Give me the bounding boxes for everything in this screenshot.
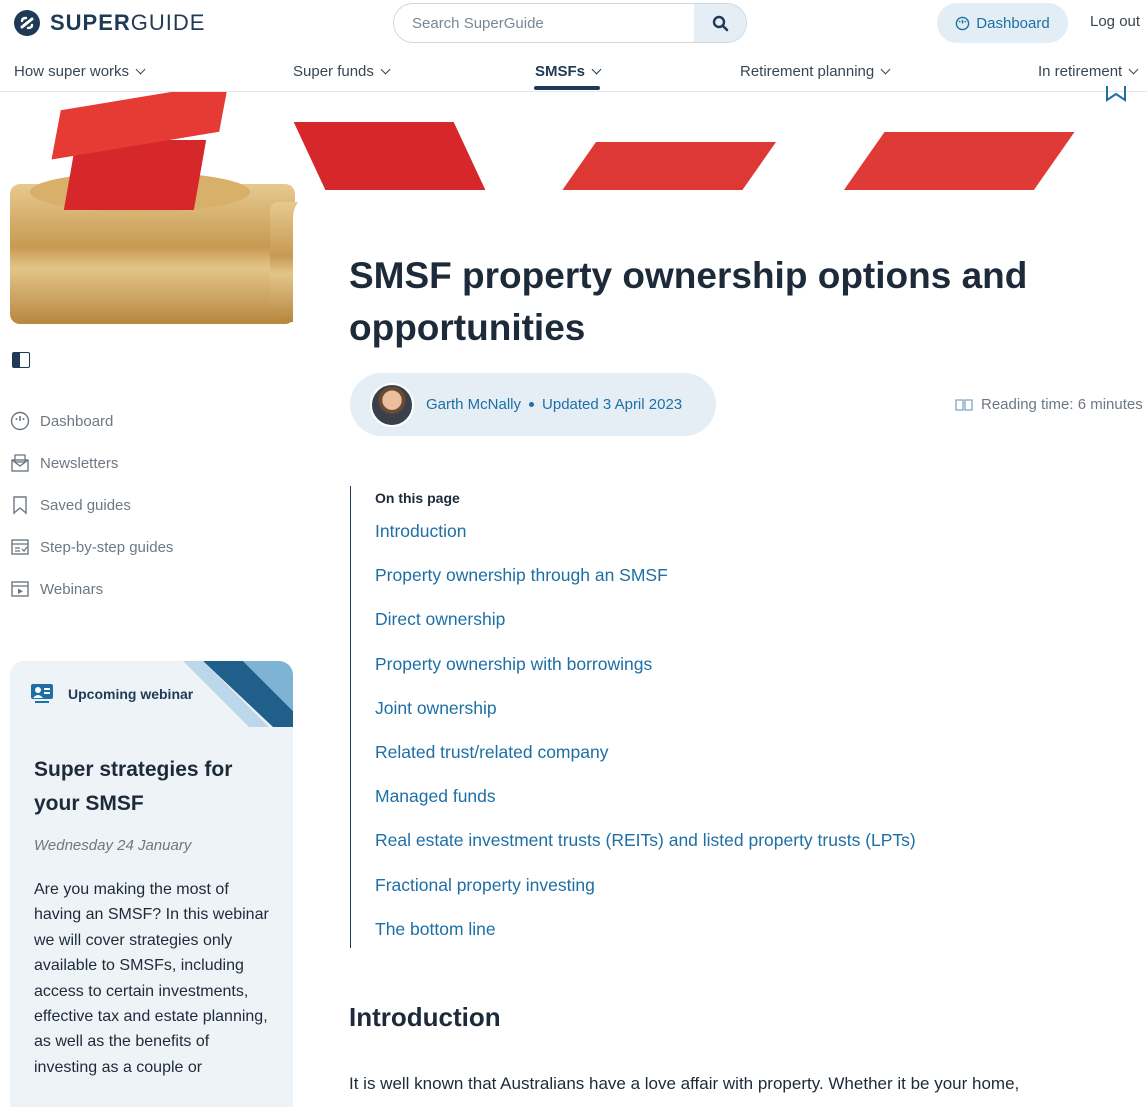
dashboard-button-label: Dashboard xyxy=(976,14,1050,32)
toc-link-fractional[interactable]: Fractional property investing xyxy=(375,874,1050,918)
logout-link[interactable]: Log out xyxy=(1090,13,1140,30)
site-logo[interactable]: SUPERGUIDE xyxy=(14,10,205,36)
sidebar-item-dashboard[interactable]: Dashboard xyxy=(10,411,113,431)
book-icon xyxy=(955,398,973,411)
separator-dot xyxy=(529,402,535,407)
section-heading-introduction: Introduction xyxy=(349,1002,501,1032)
nav-active-indicator xyxy=(534,86,600,90)
table-of-contents: On this page Introduction Property owner… xyxy=(350,486,1050,948)
sidebar-item-saved-guides[interactable]: Saved guides xyxy=(10,495,131,515)
page-title: SMSF property ownership options and oppo… xyxy=(349,255,1028,348)
bookmark-icon xyxy=(13,496,27,515)
toc-link-direct-ownership[interactable]: Direct ownership xyxy=(375,608,1050,652)
chevron-down-icon xyxy=(591,64,602,75)
toc-link-introduction[interactable]: Introduction xyxy=(375,520,1050,564)
dashboard-button[interactable]: Dashboard xyxy=(937,3,1068,43)
webinar-date: Wednesday 24 January xyxy=(34,837,192,854)
toc-heading: On this page xyxy=(375,490,460,506)
sidebar-item-newsletters[interactable]: Newsletters xyxy=(10,453,118,473)
updated-date: Updated 3 April 2023 xyxy=(542,396,683,413)
webinar-description: Are you making the most of having an SMS… xyxy=(34,881,269,1076)
logo-icon xyxy=(14,10,40,36)
chevron-down-icon xyxy=(880,64,891,75)
toc-link-bottom-line[interactable]: The bottom line xyxy=(375,918,1050,962)
webinar-icon xyxy=(11,581,29,597)
toc-link-property-ownership-smsf[interactable]: Property ownership through an SMSF xyxy=(375,564,1050,608)
decorative-stripes xyxy=(183,661,293,727)
sidebar-item-webinars[interactable]: Webinars xyxy=(10,579,103,599)
avatar xyxy=(370,382,414,427)
guides-icon xyxy=(11,539,29,555)
sidebar-item-label: Saved guides xyxy=(40,496,131,514)
intro-paragraph: It is well known that Australians have a… xyxy=(349,1074,1020,1093)
search-button[interactable] xyxy=(694,4,746,42)
toc-link-joint-ownership[interactable]: Joint ownership xyxy=(375,697,1050,741)
webinar-title[interactable]: Super strategies for your SMSF xyxy=(34,753,264,821)
toc-link-related-trust[interactable]: Related trust/related company xyxy=(375,741,1050,785)
sidebar-item-label: Webinars xyxy=(40,580,104,598)
author-name[interactable]: Garth McNally xyxy=(426,396,521,413)
bookmark-icon[interactable] xyxy=(1105,86,1127,107)
nav-item-how-super-works[interactable]: How super works xyxy=(14,63,146,80)
search-input[interactable] xyxy=(412,14,692,32)
chevron-down-icon xyxy=(135,64,146,75)
nav-item-smsfs[interactable]: SMSFs xyxy=(535,63,602,80)
author-byline: Garth McNally Updated 3 April 2023 xyxy=(350,373,716,436)
nav-item-in-retirement[interactable]: In retirement xyxy=(1038,63,1139,80)
chevron-down-icon xyxy=(1128,64,1139,75)
toc-link-managed-funds[interactable]: Managed funds xyxy=(375,785,1050,829)
reading-time: Reading time: 6 minutes xyxy=(955,396,1143,413)
nav-item-retirement-planning[interactable]: Retirement planning xyxy=(740,63,891,80)
sidebar-item-label: Step-by-step guides xyxy=(40,538,174,556)
search-bar xyxy=(393,3,747,43)
dashboard-icon xyxy=(10,411,30,431)
webinar-tag: Upcoming webinar xyxy=(30,683,193,705)
newsletter-icon xyxy=(11,454,29,472)
dashboard-icon xyxy=(956,16,970,30)
sidebar-item-label: Newsletters xyxy=(40,454,119,472)
upcoming-webinar-card[interactable]: Upcoming webinar Super strategies for yo… xyxy=(10,661,293,1107)
webinar-presenter-icon xyxy=(31,684,53,703)
nav-item-super-funds[interactable]: Super funds xyxy=(293,63,391,80)
logo-wordmark: SUPERGUIDE xyxy=(50,10,206,35)
sidebar-item-label: Dashboard xyxy=(40,412,114,430)
search-icon xyxy=(712,15,728,31)
sidebar-item-step-by-step-guides[interactable]: Step-by-step guides xyxy=(10,537,173,557)
toc-link-borrowings[interactable]: Property ownership with borrowings xyxy=(375,653,1050,697)
toc-link-reits-lpts[interactable]: Real estate investment trusts (REITs) an… xyxy=(375,829,1050,873)
chevron-down-icon xyxy=(380,64,391,75)
collapse-sidebar-button[interactable] xyxy=(12,352,30,368)
